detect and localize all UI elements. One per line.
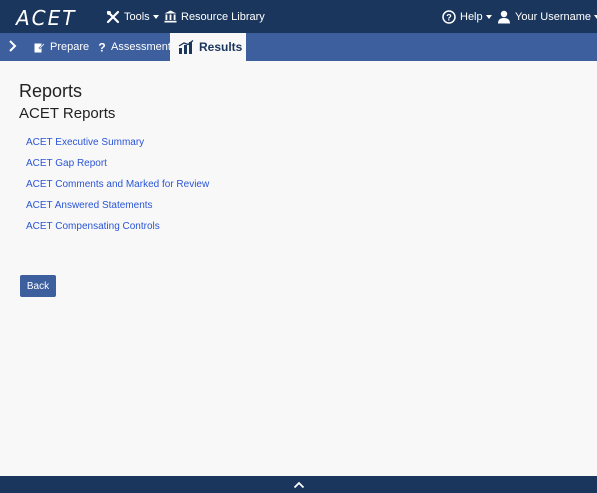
report-link-comments-marked-review[interactable]: ACET Comments and Marked for Review bbox=[26, 179, 209, 190]
list-item: ACET Executive Summary bbox=[26, 132, 209, 153]
workflow-tabbar: Prepare ? Assessment Results bbox=[0, 33, 597, 61]
tab-prepare[interactable]: Prepare bbox=[34, 33, 89, 61]
sidebar-toggle-button[interactable] bbox=[8, 33, 18, 61]
tools-label: Tools bbox=[124, 10, 150, 23]
tab-results[interactable]: Results bbox=[170, 33, 246, 61]
help-icon: ? bbox=[442, 9, 456, 24]
chart-icon bbox=[178, 40, 194, 54]
user-icon bbox=[497, 10, 511, 24]
tab-assessment-label: Assessment bbox=[111, 41, 171, 53]
chevron-right-icon bbox=[8, 39, 18, 55]
tools-icon bbox=[106, 10, 120, 24]
tools-menu[interactable]: Tools bbox=[106, 0, 159, 33]
acet-logo[interactable]: ACET bbox=[16, 6, 77, 30]
list-item: ACET Compensating Controls bbox=[26, 216, 209, 237]
main-content: Reports ACET Reports ACET Executive Summ… bbox=[19, 80, 209, 237]
caret-down-icon bbox=[152, 14, 159, 19]
library-icon bbox=[164, 10, 177, 23]
question-icon: ? bbox=[98, 41, 106, 53]
chevron-up-icon[interactable] bbox=[293, 481, 305, 489]
svg-text:?: ? bbox=[98, 41, 105, 53]
report-list: ACET Executive Summary ACET Gap Report A… bbox=[26, 132, 209, 237]
edit-icon bbox=[34, 41, 45, 53]
list-item: ACET Comments and Marked for Review bbox=[26, 174, 209, 195]
list-item: ACET Answered Statements bbox=[26, 195, 209, 216]
user-menu[interactable]: Your Username bbox=[497, 0, 597, 33]
tab-prepare-label: Prepare bbox=[50, 41, 90, 53]
footer-bar bbox=[0, 476, 597, 493]
caret-down-icon bbox=[485, 14, 492, 19]
help-label: Help bbox=[460, 10, 483, 23]
top-navbar: ACET Tools Resource Library ? Help Your … bbox=[0, 0, 597, 33]
resource-library-link[interactable]: Resource Library bbox=[164, 0, 265, 33]
report-link-compensating-controls[interactable]: ACET Compensating Controls bbox=[26, 221, 160, 232]
svg-text:?: ? bbox=[446, 12, 452, 22]
list-item: ACET Gap Report bbox=[26, 153, 209, 174]
back-button[interactable]: Back bbox=[20, 275, 56, 297]
resource-library-label: Resource Library bbox=[181, 10, 265, 23]
report-link-gap-report[interactable]: ACET Gap Report bbox=[26, 158, 107, 169]
tab-results-label: Results bbox=[199, 40, 243, 54]
report-link-executive-summary[interactable]: ACET Executive Summary bbox=[26, 137, 144, 148]
report-link-answered-statements[interactable]: ACET Answered Statements bbox=[26, 200, 153, 211]
section-title: ACET Reports bbox=[19, 105, 116, 122]
tab-assessment[interactable]: ? Assessment bbox=[98, 33, 171, 61]
username-label: Your Username bbox=[515, 10, 592, 23]
page-title: Reports bbox=[19, 81, 83, 101]
help-menu[interactable]: ? Help bbox=[442, 0, 492, 33]
